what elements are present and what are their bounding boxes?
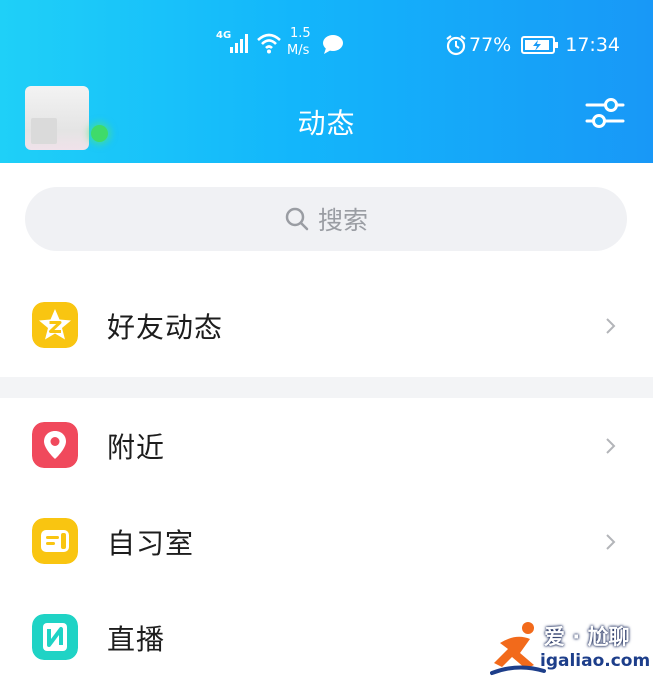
app-header: 4G 1.5 M/s 77% 17:34 动态 [0,0,653,163]
battery-charging-icon [521,36,559,54]
chevron-right-icon [606,438,616,454]
signal-icon [230,34,248,53]
menu-item-study-room[interactable]: 自习室 [0,495,653,589]
site-watermark: 爱 · 尬聊 igaliao.com [490,617,650,679]
live-icon [32,614,78,660]
chevron-right-icon [606,318,616,334]
network-indicators: 4G 1.5 M/s [216,26,356,62]
qzone-star-icon [32,302,78,348]
speed-unit: M/s [287,43,310,58]
message-bubble-icon [323,35,343,54]
location-pin-icon [32,422,78,468]
menu-item-nearby[interactable]: 附近 [0,399,653,493]
battery-percent: 77% [469,34,512,56]
sliders-icon[interactable] [585,96,625,130]
page-title: 动态 [297,107,356,140]
watermark-brand: 爱 · 尬聊 [544,625,630,649]
alarm-icon [446,35,466,56]
study-room-icon [32,518,78,564]
status-right: 77% 17:34 [445,28,620,62]
search-icon [285,207,309,231]
status-bar: 4G 1.5 M/s 77% 17:34 [0,26,653,62]
runner-logo-icon [490,622,546,675]
menu-item-label: 好友动态 [107,311,224,344]
search-placeholder: 搜索 [317,206,368,235]
wifi-icon [257,33,281,54]
search-bar[interactable]: 搜索 [25,187,627,251]
menu-item-friends-feed[interactable]: 好友动态 [0,279,653,373]
menu-item-label: 直播 [107,623,166,656]
network-type: 4G [216,30,232,41]
clock: 17:34 [565,34,620,56]
watermark-url: igaliao.com [540,651,651,671]
chevron-right-icon [606,534,616,550]
section-divider [0,377,653,398]
menu-item-label: 附近 [107,431,166,464]
menu-item-label: 自习室 [107,527,195,560]
speed-value: 1.5 [290,26,311,41]
